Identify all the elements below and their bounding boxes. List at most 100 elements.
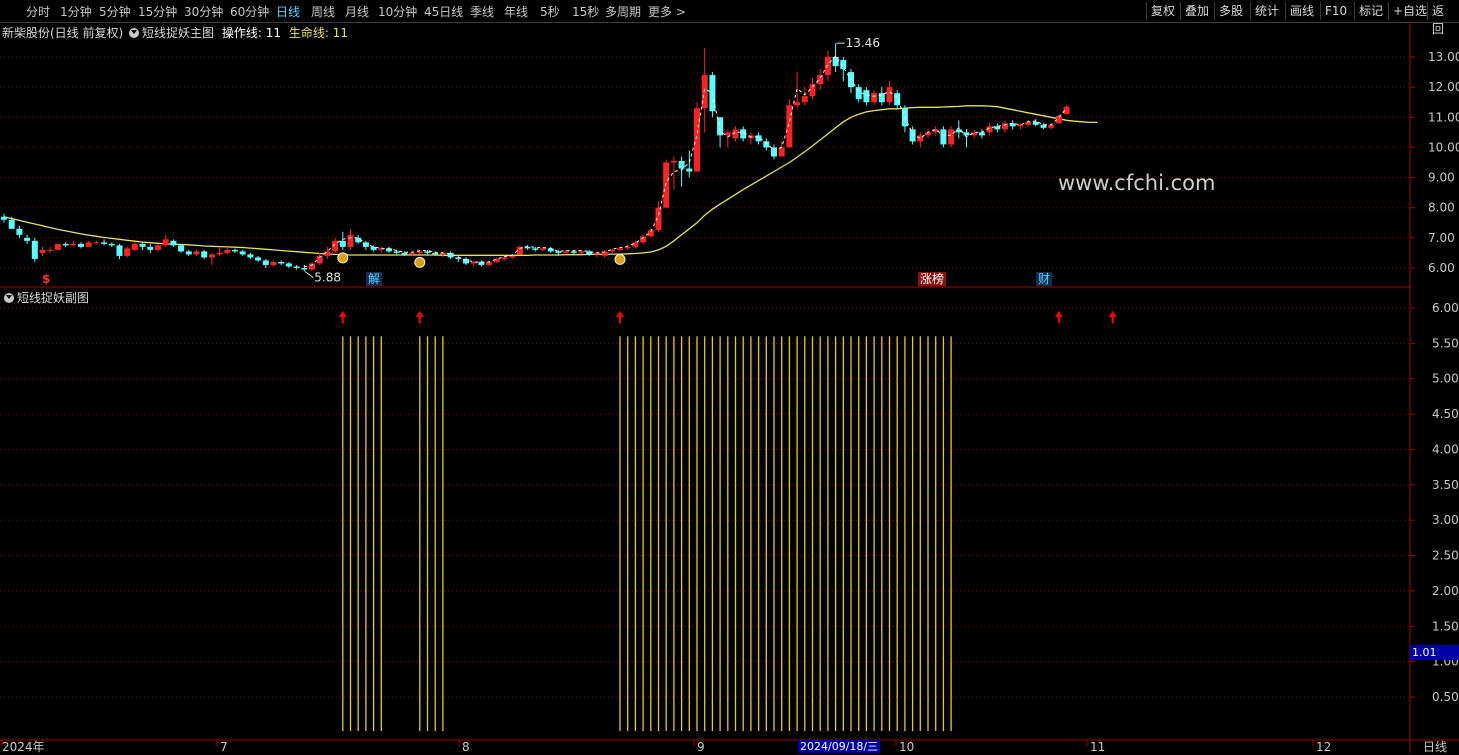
operation-line (304, 55, 1067, 268)
money-bag-icon (614, 253, 626, 265)
candle-body (409, 252, 416, 255)
badge-zhangbang[interactable]: 涨榜 (918, 272, 947, 286)
candle-body (540, 248, 546, 250)
candle-body (855, 87, 862, 100)
candle-body (424, 251, 431, 253)
candle-body (786, 105, 793, 148)
candle-body (16, 228, 23, 235)
stock-name: 新柴股份(日线 前复权) (2, 26, 124, 40)
candle-body (948, 129, 955, 145)
candle-body (886, 87, 893, 103)
candle-body (116, 245, 123, 256)
indicator-name[interactable]: 短线捉妖主图 (142, 26, 214, 40)
candle-body (185, 251, 192, 255)
y-tick-label: 4.50 (1432, 407, 1459, 421)
candle-body (994, 126, 1001, 130)
candle-body (940, 129, 947, 145)
dropdown-icon[interactable] (4, 293, 14, 303)
candle-body (47, 249, 54, 251)
candle-body (208, 254, 215, 258)
candle-body (570, 251, 577, 253)
up-arrow-icon (1054, 311, 1063, 323)
candle-body (632, 242, 639, 247)
candle-body (147, 246, 154, 250)
y-tick-label: 3.50 (1432, 478, 1459, 492)
badge-cai[interactable]: 财 (1036, 272, 1053, 286)
candle-body (871, 93, 878, 103)
candle-body (878, 93, 885, 103)
candle-body (193, 251, 200, 255)
candle-body (301, 267, 308, 270)
candle-body (247, 254, 254, 258)
candle-body (393, 251, 400, 253)
candle-body (262, 260, 269, 265)
candle-body (131, 243, 138, 250)
candle-body (278, 261, 285, 264)
candle-body (817, 75, 824, 85)
candle-body (339, 240, 346, 247)
candle-body (224, 249, 231, 253)
candle-body (809, 84, 816, 97)
candle-body (24, 237, 31, 241)
candle-body (724, 132, 731, 136)
candle-body (31, 240, 38, 259)
candle-body (370, 246, 377, 250)
y-tick-label: 11.00 (1428, 110, 1459, 124)
line2-label: 生命线: 11 (288, 26, 348, 40)
y-tick-label: 0.50 (1432, 690, 1459, 704)
x-tick-label: 10 (899, 740, 914, 753)
candle-body (178, 245, 185, 252)
candle-body (978, 132, 985, 136)
x-tick-label: 11 (1090, 740, 1105, 753)
line1-label: 操作线: 11 (221, 26, 281, 40)
y-tick-label: 10.00 (1428, 140, 1459, 154)
candle-body (216, 252, 223, 255)
badge-dollar[interactable]: $ (40, 272, 52, 286)
candle-body (694, 108, 700, 172)
candle-body (801, 96, 808, 103)
candle-body (909, 129, 916, 142)
badge-jie[interactable]: 解 (366, 272, 383, 286)
candle-body (501, 257, 508, 259)
candle-body (416, 251, 423, 253)
candle-body (617, 248, 623, 250)
candle-body (532, 248, 539, 250)
money-bag-icon (414, 256, 426, 268)
candle-body (232, 249, 238, 252)
candle-body (863, 90, 870, 103)
life-line (3, 105, 1098, 256)
candle-body (509, 255, 516, 258)
candle-body (108, 243, 115, 246)
candle-body (894, 93, 901, 106)
sub-indicator-name[interactable]: 短线捉妖副图 (17, 291, 89, 305)
candle-body (39, 249, 46, 253)
candle-body (563, 251, 570, 253)
current-value-tag: 1.01 (1410, 645, 1459, 660)
main-chart-title: 新柴股份(日线 前复权) 短线捉妖主图 操作线: 11 生命线: 11 (2, 24, 348, 41)
candle-body (62, 243, 69, 246)
candle-body (578, 251, 585, 253)
x-tick-label: 9 (697, 740, 705, 753)
x-tick-label: 8 (462, 740, 470, 753)
candle-body (255, 257, 262, 261)
candle-body (170, 240, 177, 246)
candle-body (347, 234, 354, 247)
chart-canvas: 13.00 12.00 11.00 10.00 9.00 8.00 7.00 6.00 6.00… (0, 23, 1459, 753)
candle-body (239, 251, 246, 255)
low-label: 5.88 (314, 271, 341, 285)
candle-body (124, 248, 131, 256)
money-bag-icon (337, 252, 349, 264)
candle-body (93, 242, 100, 244)
period-label[interactable]: 日线 (1423, 738, 1447, 755)
dropdown-icon[interactable] (129, 28, 140, 38)
up-arrow-icon (415, 311, 424, 323)
date-cursor: 2024/09/18/三 (798, 740, 881, 753)
candle-body (1, 216, 7, 220)
candle-body (778, 147, 785, 157)
candle-body (101, 242, 108, 244)
candle-body (270, 261, 277, 265)
candle-body (663, 162, 670, 208)
x-tick-label: 2024年 (2, 740, 45, 753)
watermark: www.cfchi.com (1058, 171, 1216, 195)
y-tick-label: 12.00 (1428, 80, 1459, 94)
